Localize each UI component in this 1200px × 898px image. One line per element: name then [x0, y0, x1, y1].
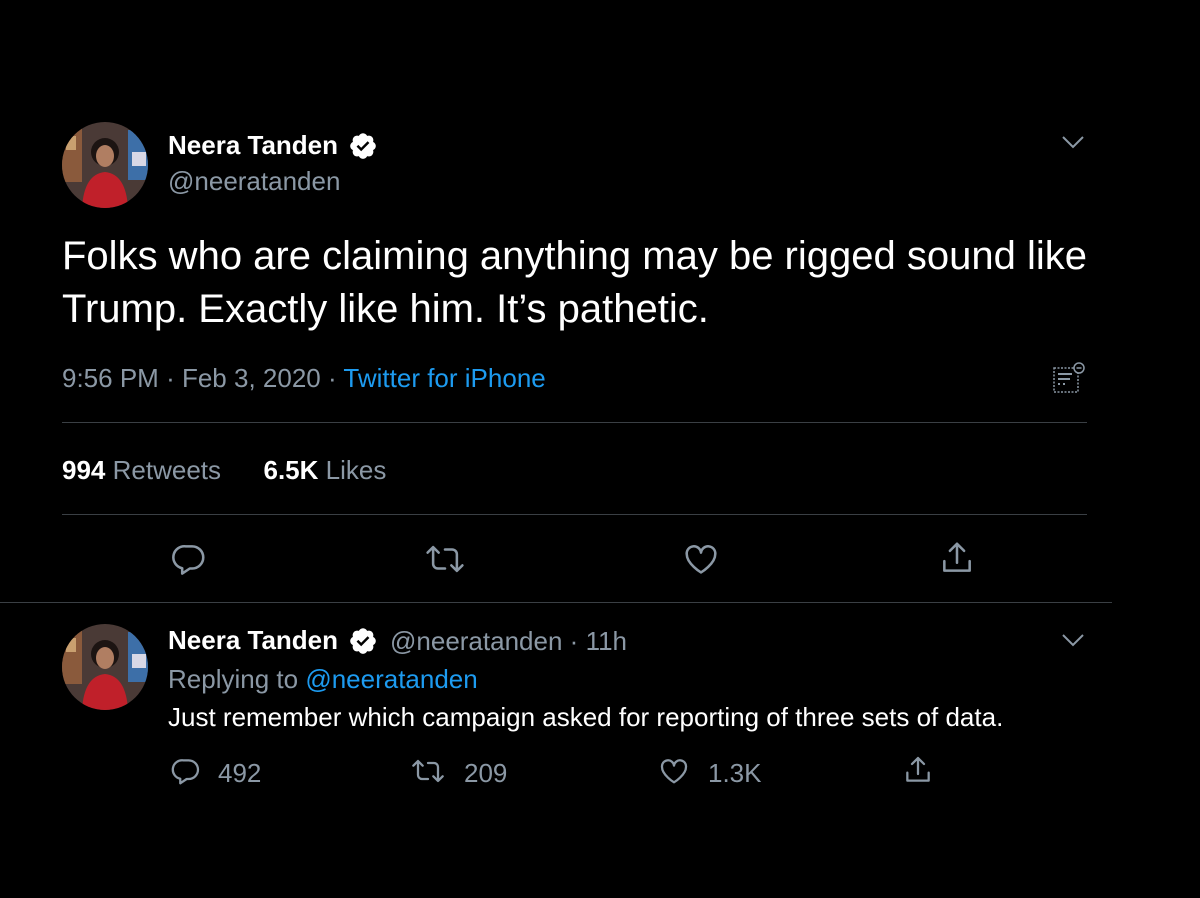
likes-count: 6.5K	[263, 455, 319, 485]
author-avatar[interactable]	[62, 122, 148, 208]
avatar-image	[62, 122, 148, 208]
retweets-stat[interactable]: 994 Retweets	[62, 455, 228, 485]
meta-separator: ·	[327, 363, 337, 393]
tweet-meta: 9:56 PM · Feb 3, 2020 · Twitter for iPho…	[62, 363, 546, 394]
verified-badge-icon	[350, 628, 376, 654]
author-name[interactable]: Neera Tanden	[168, 625, 338, 656]
reply-count: 492	[218, 758, 262, 788]
analytics-icon[interactable]	[1052, 360, 1086, 394]
chevron-down-icon[interactable]	[1060, 134, 1086, 150]
retweets-label: Retweets	[112, 455, 222, 485]
author-avatar[interactable]	[62, 624, 148, 710]
tweet-stats: 994 Retweets 6.5K Likes	[62, 455, 386, 486]
divider	[62, 514, 1087, 515]
divider	[0, 602, 1112, 603]
tweet-text: Folks who are claiming anything may be r…	[62, 234, 1087, 331]
replying-prefix: Replying to	[168, 664, 299, 694]
replying-handle-link[interactable]: @neeratanden	[305, 664, 477, 694]
reply-icon[interactable]	[170, 755, 202, 787]
meta-separator: ·	[166, 363, 175, 393]
likes-stat[interactable]: 6.5K Likes	[263, 455, 386, 485]
avatar-image	[62, 624, 148, 710]
share-icon[interactable]	[938, 538, 976, 578]
tweet-source[interactable]: Twitter for iPhone	[343, 363, 545, 393]
author-handle[interactable]: @neeratanden	[168, 166, 340, 197]
author-handle[interactable]: @neeratanden	[390, 626, 562, 656]
reply-header-meta: @neeratanden · 11h	[390, 626, 627, 657]
divider	[62, 422, 1087, 423]
retweet-icon[interactable]	[424, 540, 466, 578]
heart-icon[interactable]	[682, 540, 720, 578]
tweet-time[interactable]: 9:56 PM	[62, 363, 159, 393]
like-count: 1.3K	[708, 758, 762, 788]
author-name[interactable]: Neera Tanden	[168, 130, 338, 161]
likes-label: Likes	[325, 455, 387, 485]
share-icon[interactable]	[902, 753, 934, 787]
chevron-down-icon[interactable]	[1060, 632, 1086, 648]
tweet-age[interactable]: 11h	[586, 626, 627, 656]
reply-icon[interactable]	[170, 540, 208, 578]
meta-separator: ·	[569, 626, 579, 656]
retweet-count: 209	[464, 758, 508, 788]
tweet-date[interactable]: Feb 3, 2020	[182, 363, 321, 393]
reply-text: Just remember which campaign asked for r…	[168, 702, 1004, 732]
verified-badge-icon	[350, 133, 376, 159]
retweets-count: 994	[62, 455, 106, 485]
replying-to: Replying to @neeratanden	[168, 664, 478, 695]
retweet-icon[interactable]	[410, 755, 446, 787]
heart-icon[interactable]	[658, 755, 690, 787]
